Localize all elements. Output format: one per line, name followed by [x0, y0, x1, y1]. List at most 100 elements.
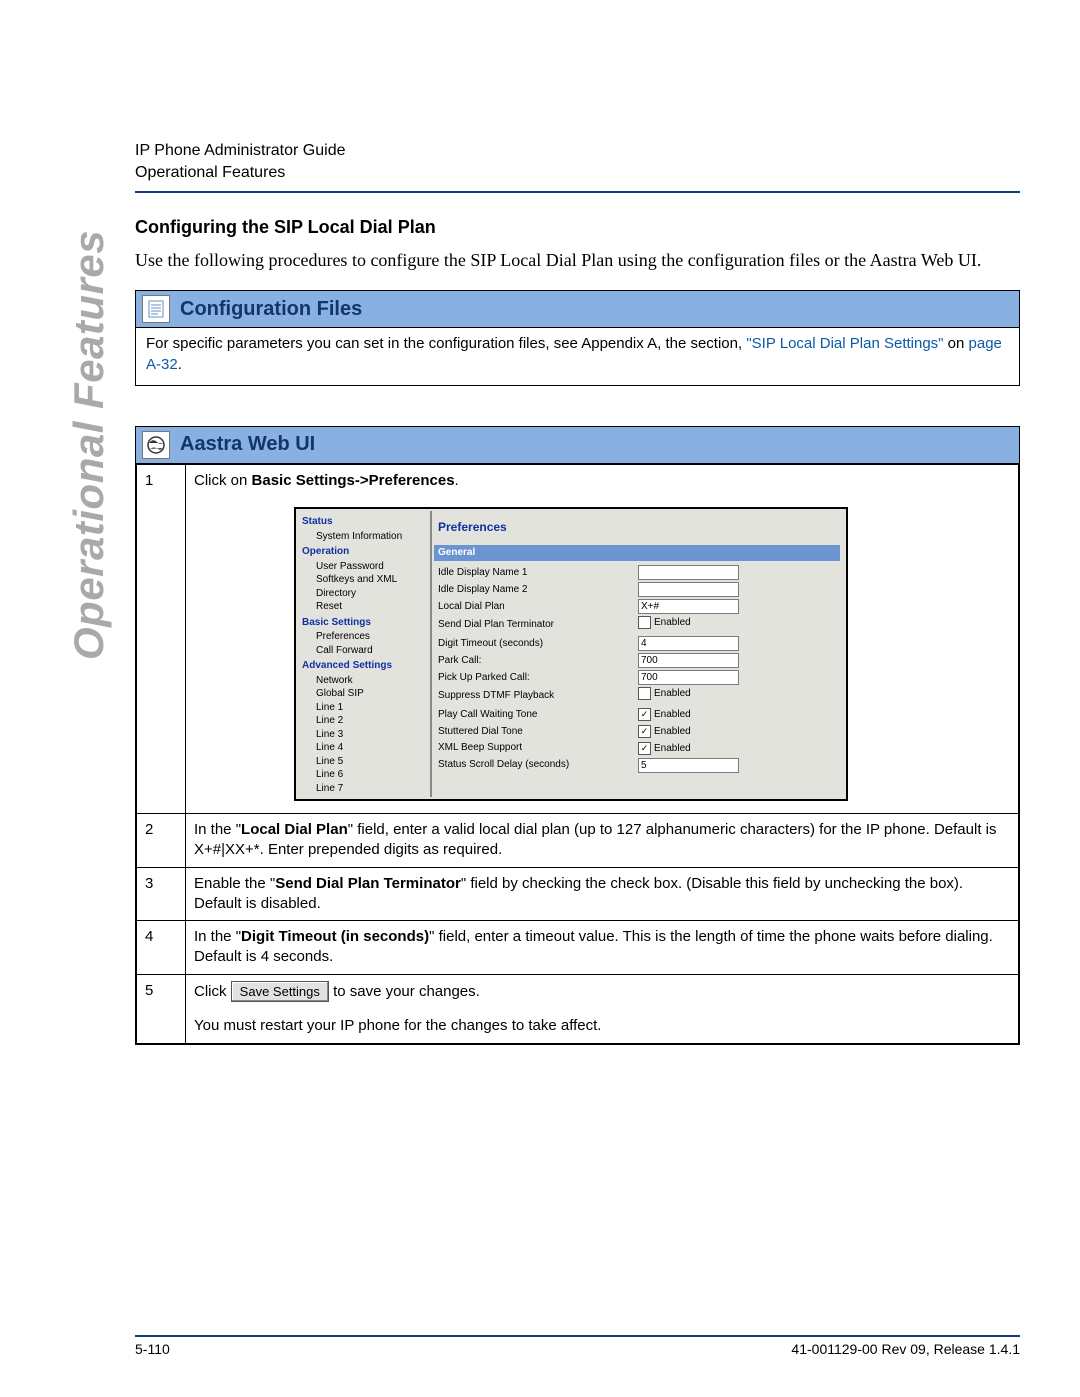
panel-body: For specific parameters you can set in t…: [136, 328, 1019, 385]
pref-checkbox[interactable]: ✓ Enabled: [638, 742, 691, 756]
pref-label: Local Dial Plan: [434, 600, 638, 614]
pref-row: XML Beep Support✓ Enabled: [434, 741, 840, 756]
page-header: IP Phone Administrator Guide Operational…: [135, 140, 1020, 193]
configuration-files-panel: Configuration Files For specific paramet…: [135, 290, 1020, 386]
nav-item[interactable]: Line 1: [316, 701, 430, 715]
step-cell: Click on Basic Settings->Preferences. St…: [186, 464, 1019, 813]
pref-label: Idle Display Name 2: [434, 583, 638, 597]
header-rule: [135, 191, 1020, 193]
header-line-1: IP Phone Administrator Guide: [135, 140, 1020, 162]
step1-suffix: .: [455, 472, 459, 489]
footer-doc-id: 41-001129-00 Rev 09, Release 1.4.1: [791, 1341, 1020, 1357]
cfg-text-prefix: For specific parameters you can set in t…: [146, 335, 746, 352]
pref-checkbox[interactable]: Enabled: [638, 687, 691, 701]
pref-row: Stuttered Dial Tone✓ Enabled: [434, 724, 840, 739]
table-row: 5 Click Save Settings to save your chang…: [137, 974, 1019, 1043]
nav-item[interactable]: System Information: [316, 530, 430, 544]
pref-label: Idle Display Name 1: [434, 566, 638, 580]
footer-page-number: 5-110: [135, 1341, 170, 1357]
nav-item[interactable]: Line 4: [316, 741, 430, 755]
pref-row: Status Scroll Delay (seconds): [434, 758, 840, 773]
table-row: 4 In the "Digit Timeout (in seconds)" fi…: [137, 921, 1019, 975]
panel-title: Aastra Web UI: [180, 433, 315, 456]
nav-item[interactable]: Line 7: [316, 782, 430, 796]
nav-item[interactable]: Directory: [316, 587, 430, 601]
pref-input[interactable]: [638, 565, 739, 580]
section-body: Use the following procedures to configur…: [135, 248, 1020, 272]
pref-label: Park Call:: [434, 654, 638, 668]
page-footer: 5-110 41-001129-00 Rev 09, Release 1.4.1: [135, 1335, 1020, 1357]
nav-item[interactable]: Line 5: [316, 755, 430, 769]
steps-table: 1 Click on Basic Settings->Preferences. …: [136, 464, 1019, 1044]
pref-label: XML Beep Support: [434, 741, 638, 755]
pref-row: Park Call:: [434, 653, 840, 668]
side-tab-text: Operational Features: [65, 230, 113, 660]
pref-row: Local Dial Plan: [434, 599, 840, 614]
nav-item[interactable]: Network: [316, 674, 430, 688]
screenshot-main: Preferences General Idle Display Name 1I…: [434, 509, 846, 799]
section-heading: Configuring the SIP Local Dial Plan: [135, 217, 1020, 238]
cfg-text-mid: on: [948, 335, 969, 352]
step-number: 1: [137, 464, 186, 813]
nav-group[interactable]: Advanced Settings: [302, 659, 430, 673]
pref-row: Play Call Waiting Tone✓ Enabled: [434, 707, 840, 722]
cfg-text-suffix: .: [178, 356, 182, 373]
cfg-link-1[interactable]: "SIP Local Dial Plan Settings": [746, 335, 943, 352]
pref-input[interactable]: [638, 758, 739, 773]
pref-label: Send Dial Plan Terminator: [434, 618, 638, 632]
nav-item[interactable]: Call Forward: [316, 644, 430, 658]
pref-label: Pick Up Parked Call:: [434, 671, 638, 685]
nav-item[interactable]: Global SIP: [316, 687, 430, 701]
step-number: 2: [137, 814, 186, 868]
pref-label: Suppress DTMF Playback: [434, 689, 638, 703]
nav-item[interactable]: Line 2: [316, 714, 430, 728]
step-cell: In the "Digit Timeout (in seconds)" fiel…: [186, 921, 1019, 975]
pref-row: Send Dial Plan Terminator Enabled: [434, 616, 840, 634]
footer-rule: [135, 1335, 1020, 1337]
pref-checkbox[interactable]: ✓ Enabled: [638, 725, 691, 739]
panel-title: Configuration Files: [180, 298, 362, 321]
table-row: 2 In the "Local Dial Plan" field, enter …: [137, 814, 1019, 868]
step-number: 4: [137, 921, 186, 975]
nav-item[interactable]: Preferences: [316, 630, 430, 644]
pref-input[interactable]: [638, 653, 739, 668]
step1-bold: Basic Settings->Preferences: [252, 472, 455, 489]
pref-checkbox[interactable]: Enabled: [638, 616, 691, 630]
step-cell: Click Save Settings to save your changes…: [186, 974, 1019, 1043]
pref-label: Play Call Waiting Tone: [434, 708, 638, 722]
step1-prefix: Click on: [194, 472, 252, 489]
nav-group[interactable]: Basic Settings: [302, 616, 430, 630]
pref-label: Status Scroll Delay (seconds): [434, 758, 638, 772]
nav-item[interactable]: Softkeys and XML: [316, 573, 430, 587]
pref-input[interactable]: [638, 636, 739, 651]
panel-header: Aastra Web UI: [136, 427, 1019, 464]
nav-item[interactable]: Reset: [316, 600, 430, 614]
nav-group[interactable]: Status: [302, 515, 430, 529]
table-row: 3 Enable the "Send Dial Plan Terminator"…: [137, 867, 1019, 921]
step-number: 3: [137, 867, 186, 921]
header-line-2: Operational Features: [135, 162, 1020, 184]
pref-checkbox[interactable]: ✓ Enabled: [638, 708, 691, 722]
pref-input[interactable]: [638, 670, 739, 685]
step-cell: Enable the "Send Dial Plan Terminator" f…: [186, 867, 1019, 921]
step-number: 5: [137, 974, 186, 1043]
screenshot-nav: Status System Information Operation User…: [296, 509, 434, 799]
nav-item[interactable]: Line 6: [316, 768, 430, 782]
nav-item[interactable]: User Password: [316, 560, 430, 574]
pref-label: Stuttered Dial Tone: [434, 725, 638, 739]
pref-input[interactable]: [638, 582, 739, 597]
table-row: 1 Click on Basic Settings->Preferences. …: [137, 464, 1019, 813]
nav-group[interactable]: Operation: [302, 545, 430, 559]
nav-item[interactable]: Line 3: [316, 728, 430, 742]
embedded-screenshot: Status System Information Operation User…: [294, 507, 848, 801]
pref-row: Pick Up Parked Call:: [434, 670, 840, 685]
general-section-bar: General: [434, 545, 840, 561]
pref-label: Digit Timeout (seconds): [434, 637, 638, 651]
pref-input[interactable]: [638, 599, 739, 614]
aastra-web-ui-panel: Aastra Web UI 1 Click on Basic Settings-…: [135, 426, 1020, 1045]
save-settings-button[interactable]: Save Settings: [231, 981, 329, 1003]
document-icon: [142, 295, 170, 323]
pref-row: Idle Display Name 1: [434, 565, 840, 580]
pref-row: Idle Display Name 2: [434, 582, 840, 597]
panel-header: Configuration Files: [136, 291, 1019, 328]
